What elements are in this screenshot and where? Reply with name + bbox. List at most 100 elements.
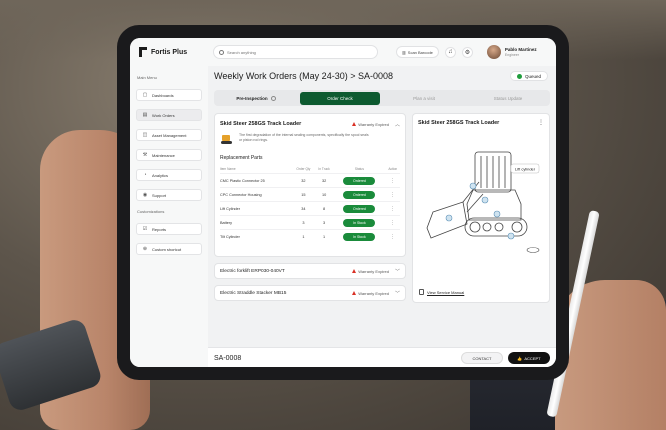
table-row: Lift Cylinder 34 8 Ordered ⋮ <box>220 201 400 216</box>
hotspot-marker <box>481 196 489 204</box>
part-name: Battery <box>220 215 292 230</box>
status-badge: Ordered <box>343 204 376 213</box>
asset-card-expanded: Skid Steer 258GS Track Loader Warranty E… <box>214 113 406 257</box>
order-qty: 32 <box>292 173 315 188</box>
avatar <box>486 45 501 59</box>
wrench-icon: ⚒ <box>142 152 148 158</box>
step-status-update[interactable]: Status Update <box>468 92 548 105</box>
sidebar-item-label: Maintenance <box>152 152 175 158</box>
sidebar-item-dashboards[interactable]: ▢ Dashboards <box>136 89 202 101</box>
step-pre-inspection[interactable]: Pre-Inspection <box>216 92 296 105</box>
content-area: Skid Steer 258GS Track Loader Warranty E… <box>214 110 550 346</box>
more-options-icon[interactable]: ⋮ <box>385 173 400 188</box>
step-label: Pre-Inspection <box>236 95 268 101</box>
order-qty: 3 <box>292 215 315 230</box>
order-id: SA-0008 <box>358 71 394 81</box>
table-row: CPC Connector Housing 15 10 Ordered ⋮ <box>220 187 400 202</box>
breadcrumb-separator: > <box>350 71 356 81</box>
settings-button[interactable]: ⚙ <box>461 46 473 58</box>
asset-card-collapsed[interactable]: Electric Straddle Stacker MB15 Warranty … <box>214 285 406 301</box>
more-options-icon[interactable]: ⋮ <box>385 229 400 244</box>
step-order-check[interactable]: Order Check <box>300 91 380 105</box>
plus-icon: ⊕ <box>142 246 148 252</box>
search-input[interactable] <box>227 49 367 55</box>
warranty-label: Warranty Expired <box>358 290 389 296</box>
hotspot-marker <box>469 182 477 190</box>
tablet-frame: Fortis Plus ▥ Scan Barcode ♫ ⚙ Pablo Mar… <box>117 25 569 380</box>
more-options-icon[interactable]: ⋮ <box>385 187 400 202</box>
hotspot-marker <box>507 232 515 240</box>
in-truck-qty: 32 <box>314 173 334 188</box>
asset-card-header[interactable]: Skid Steer 258GS Track Loader Warranty E… <box>220 119 400 129</box>
column-header: Status <box>354 167 364 171</box>
barcode-icon: ▥ <box>402 49 406 55</box>
loader-thumbnail-icon <box>220 133 234 145</box>
contact-label: CONTACT <box>472 355 492 361</box>
sidebar-item-label: Dashboards <box>152 92 174 98</box>
step-label: Order Check <box>327 95 353 101</box>
scan-barcode-button[interactable]: ▥ Scan Barcode <box>396 46 439 58</box>
asset-icon: ◫ <box>142 132 148 138</box>
chevron-down-icon[interactable]: ﹀ <box>395 290 400 297</box>
tablet-screen: Fortis Plus ▥ Scan Barcode ♫ ⚙ Pablo Mar… <box>130 38 556 367</box>
table-row: Tilt Cylinder 1 1 In Stock ⋮ <box>220 229 400 244</box>
sidebar-item-label: Custom shortcut <box>152 246 182 252</box>
sidebar-item-label: Work Orders <box>152 112 175 118</box>
user-profile[interactable]: Pablo Martinez Engineer <box>486 45 537 59</box>
view-service-manual-link[interactable]: View Service Manual <box>419 289 464 295</box>
sidebar-item-label: Reports <box>152 226 167 232</box>
gear-icon: ⚙ <box>464 49 471 56</box>
asset-title: Skid Steer 258GS Track Loader <box>220 121 302 127</box>
dashboard-icon: ▢ <box>142 92 148 98</box>
sidebar-item-analytics[interactable]: ◔ Analytics <box>136 169 202 181</box>
sidebar-item-asset-management[interactable]: ◫ Asset Management <box>136 129 202 141</box>
sidebar-item-custom-shortcut[interactable]: ⊕ Custom shortcut <box>136 243 202 255</box>
chevron-down-icon[interactable]: ﹀ <box>395 268 400 275</box>
sidebar-item-work-orders[interactable]: ▤ Work Orders <box>136 109 202 121</box>
track-loader-diagram[interactable]: Lift cylinder <box>423 142 543 262</box>
user-role: Engineer <box>504 53 519 57</box>
part-name: CMC Plastic Connector 25 <box>220 173 292 188</box>
step-label: Status Update <box>493 95 523 101</box>
notification-button[interactable]: ♫ <box>444 46 456 58</box>
status-badge: Ordered <box>343 190 376 199</box>
column-header: Item Name <box>220 167 236 171</box>
sidebar-item-maintenance[interactable]: ⚒ Maintenance <box>136 149 202 161</box>
main-content: Weekly Work Orders (May 24-30) > SA-0008… <box>214 66 550 346</box>
replacement-parts-title: Replacement Parts <box>220 155 263 161</box>
clipboard-icon: ▤ <box>142 112 148 118</box>
diagram-title: Skid Steer 258GS Track Loader <box>418 119 500 126</box>
in-truck-qty: 10 <box>314 187 334 202</box>
check-icon: ☑ <box>142 226 148 232</box>
asset-card-collapsed[interactable]: Electric forklift ERP030-040VT Warranty … <box>214 263 406 279</box>
search-box[interactable] <box>213 45 378 59</box>
bell-icon: ♫ <box>448 49 453 55</box>
order-qty: 34 <box>292 201 315 216</box>
brand-name: Fortis Plus <box>151 48 188 56</box>
asset-diagram-panel: Skid Steer 258GS Track Loader ⋮ Lift cyl… <box>412 113 550 303</box>
more-options-icon[interactable]: ⋮ <box>538 119 544 126</box>
hotspot-marker <box>493 210 501 218</box>
column-header: Action <box>388 167 398 171</box>
sidebar-item-support[interactable]: ◉ Support <box>136 189 202 201</box>
status-label: Queued <box>524 73 541 79</box>
sidebar-item-reports[interactable]: ☑ Reports <box>136 223 202 235</box>
sidebar-item-label: Analytics <box>152 172 169 178</box>
asset-description-row: The first degradation of the internal se… <box>220 133 400 145</box>
order-qty: 1 <box>292 229 315 244</box>
diagram-header: Skid Steer 258GS Track Loader ⋮ <box>418 119 544 127</box>
accept-button[interactable]: 👍 ACCEPT <box>508 352 550 364</box>
hotspot-marker <box>445 214 453 222</box>
table-row: Battery 3 3 In Stock ⋮ <box>220 215 400 230</box>
status-badge: In Stock <box>343 218 376 227</box>
chevron-up-icon[interactable]: ︿ <box>395 121 400 128</box>
part-name: CPC Connector Housing <box>220 187 292 202</box>
status-dot-icon <box>516 73 522 79</box>
step-plan-a-visit[interactable]: Plan a visit <box>384 92 464 105</box>
page-title-text: Weekly Work Orders (May 24-30) <box>214 71 348 81</box>
contact-button[interactable]: CONTACT <box>461 352 503 364</box>
parts-table: Item Name Order Qty In Truck Status Acti… <box>220 165 400 244</box>
more-options-icon[interactable]: ⋮ <box>385 215 400 230</box>
more-options-icon[interactable]: ⋮ <box>385 201 400 216</box>
customizations-label: Customizations <box>137 209 165 214</box>
